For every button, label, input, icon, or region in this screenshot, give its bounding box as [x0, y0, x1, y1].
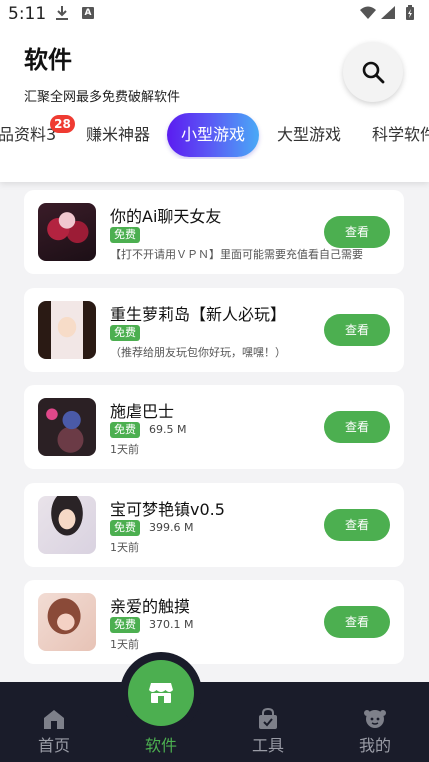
tab-label: 赚米神器	[86, 125, 151, 144]
wifi-icon	[360, 6, 376, 19]
tab-item[interactable]: 赚米神器	[86, 113, 150, 157]
nav-label: 软件	[144, 736, 177, 755]
status-time: 5:11	[8, 4, 47, 24]
free-tag: 免费	[110, 520, 140, 536]
app-size: 69.5 M	[149, 423, 187, 436]
search-icon	[362, 61, 385, 84]
app-description: 【打不开请用ＶＰＮ】里面可能需要充值看自己需要	[110, 248, 363, 261]
free-tag: 免费	[110, 325, 140, 341]
app-card[interactable]: 你的Ai聊天女友 免费 【打不开请用ＶＰＮ】里面可能需要充值看自己需要 查看	[24, 190, 404, 274]
store-icon	[149, 683, 173, 703]
nav-label: 首页	[37, 736, 70, 755]
nav-tools[interactable]: 工具	[238, 708, 298, 758]
free-tag: 免费	[110, 617, 140, 633]
app-thumbnail	[38, 301, 96, 359]
view-button[interactable]: 查看	[324, 606, 390, 638]
notification-a-icon: A	[82, 7, 94, 19]
tab-item[interactable]: 科学软件	[372, 113, 429, 157]
download-icon	[55, 5, 69, 25]
free-tag: 免费	[110, 227, 140, 243]
nav-home[interactable]: 首页	[24, 708, 84, 758]
home-icon	[44, 710, 64, 729]
app-thumbnail	[38, 203, 96, 261]
nav-label: 我的	[358, 736, 391, 755]
search-button[interactable]	[343, 42, 403, 102]
tab-label: 品资料3	[0, 125, 57, 144]
app-thumbnail	[38, 496, 96, 554]
free-tag: 免费	[110, 422, 140, 438]
bag-icon	[259, 708, 277, 729]
view-button[interactable]: 查看	[324, 314, 390, 346]
nav-profile[interactable]: 我的	[345, 708, 405, 758]
tab-label: 大型游戏	[277, 125, 342, 144]
tab-label: 小型游戏	[181, 125, 246, 144]
app-thumbnail	[38, 593, 96, 651]
view-button[interactable]: 查看	[324, 411, 390, 443]
count-badge: 28	[50, 115, 75, 133]
app-card[interactable]: 重生萝莉岛【新人必玩】 免费 （推荐给朋友玩包你好玩，嘿嘿！） 查看	[24, 288, 404, 372]
app-name: 亲爱的触摸	[110, 597, 191, 616]
profile-icon	[364, 710, 386, 728]
app-thumbnail	[38, 398, 96, 456]
tab-item[interactable]: 品资料3	[0, 113, 56, 157]
app-updated: 1天前	[110, 541, 139, 554]
nav-label: 工具	[251, 736, 284, 755]
status-indicators	[359, 5, 419, 25]
app-size: 370.1 M	[149, 618, 194, 631]
app-size: 399.6 M	[149, 521, 194, 534]
tab-item-active[interactable]: 小型游戏	[167, 113, 260, 157]
page-subtitle: 汇聚全网最多免费破解软件	[24, 90, 181, 105]
tab-item[interactable]: 大型游戏	[277, 113, 341, 157]
app-name: 宝可梦艳镇v0.5	[110, 500, 225, 519]
signal-icon	[381, 6, 395, 19]
nav-software[interactable]: 软件	[131, 708, 191, 758]
status-bar: 5:11 A	[0, 0, 429, 28]
app-updated: 1天前	[110, 638, 139, 651]
page-title: 软件	[24, 46, 72, 74]
app-card[interactable]: 宝可梦艳镇v0.5 免费 399.6 M 1天前 查看	[24, 483, 404, 567]
app-card[interactable]: 施虐巴士 免费 69.5 M 1天前 查看	[24, 385, 404, 469]
app-description: （推荐给朋友玩包你好玩，嘿嘿！）	[110, 346, 286, 359]
tab-label: 科学软件	[372, 125, 429, 144]
app-name: 施虐巴士	[110, 402, 175, 421]
app-name: 你的Ai聊天女友	[110, 207, 222, 226]
header-panel: 5:11 A 软件 汇聚全网最多免费破解软件 品资料3 赚米神器 小型游戏 大型…	[0, 0, 429, 182]
app-card[interactable]: 亲爱的触摸 免费 370.1 M 1天前 查看	[24, 580, 404, 664]
view-button[interactable]: 查看	[324, 509, 390, 541]
battery-icon	[406, 5, 414, 20]
app-name: 重生萝莉岛【新人必玩】	[110, 305, 287, 324]
view-button[interactable]: 查看	[324, 216, 390, 248]
app-updated: 1天前	[110, 443, 139, 456]
